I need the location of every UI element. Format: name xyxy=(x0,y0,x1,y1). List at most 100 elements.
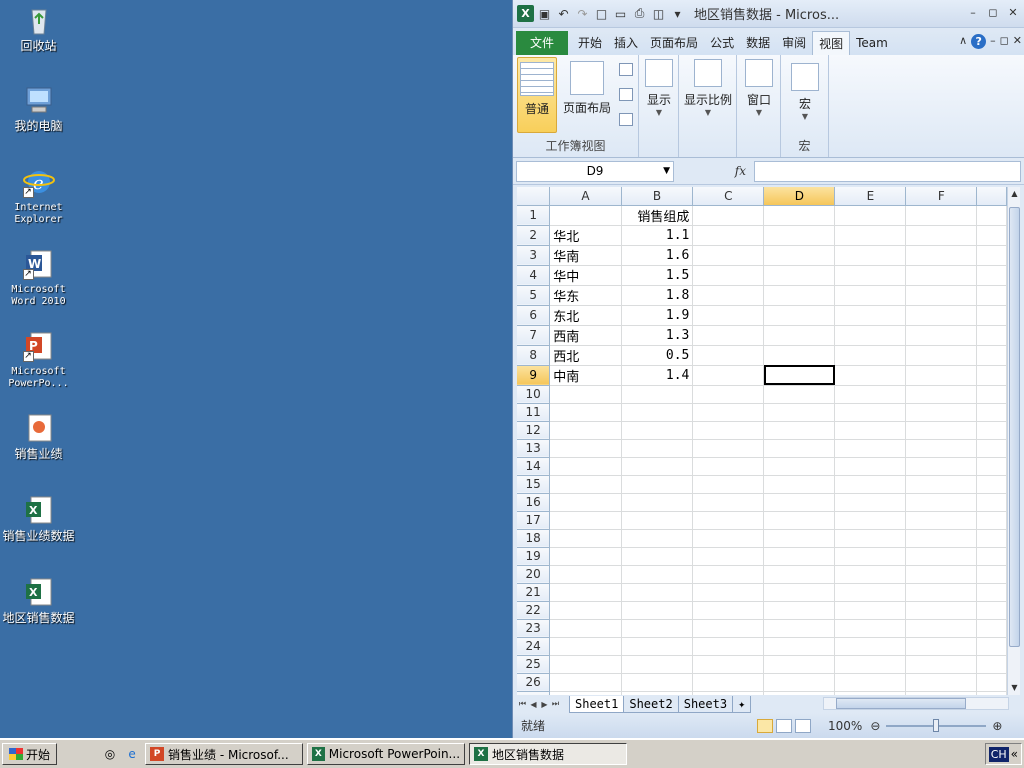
cell[interactable] xyxy=(549,493,622,512)
preview-icon[interactable]: ◫ xyxy=(650,5,667,22)
undo-icon[interactable]: ↶ xyxy=(555,5,572,22)
cell[interactable] xyxy=(976,493,1007,512)
cell[interactable]: 1.1 xyxy=(621,225,694,246)
cell[interactable] xyxy=(621,493,694,512)
cell[interactable] xyxy=(834,637,907,656)
ime-indicator[interactable]: CH xyxy=(988,746,1009,762)
print-icon[interactable]: ⎙ xyxy=(631,5,648,22)
cell[interactable] xyxy=(905,421,978,440)
sheet-tab-3[interactable]: Sheet3 xyxy=(677,695,734,713)
cell[interactable] xyxy=(905,245,978,266)
cell[interactable] xyxy=(692,601,765,620)
first-sheet-icon[interactable]: ⏮ xyxy=(517,699,528,709)
horizontal-scrollbar[interactable] xyxy=(823,697,1009,710)
column-header[interactable]: D xyxy=(763,187,836,206)
cell[interactable] xyxy=(621,385,694,404)
cell[interactable] xyxy=(834,439,907,458)
cell[interactable] xyxy=(834,285,907,306)
cell[interactable] xyxy=(549,421,622,440)
tray-expand-icon[interactable]: « xyxy=(1011,747,1018,761)
cell[interactable] xyxy=(763,583,836,602)
cell[interactable] xyxy=(763,439,836,458)
zoom-in-icon[interactable]: ⊕ xyxy=(992,719,1002,733)
cell[interactable] xyxy=(763,225,836,246)
cell[interactable] xyxy=(976,345,1007,366)
start-button[interactable]: 开始 xyxy=(2,743,58,765)
cell[interactable] xyxy=(834,403,907,422)
row-header[interactable]: 4 xyxy=(517,265,551,286)
cell[interactable] xyxy=(549,565,622,584)
cell[interactable] xyxy=(834,673,907,692)
cell[interactable] xyxy=(834,325,907,346)
cell[interactable] xyxy=(905,529,978,548)
scroll-down-icon[interactable]: ▼ xyxy=(1008,681,1021,695)
cell[interactable] xyxy=(905,365,978,386)
column-header[interactable]: C xyxy=(692,187,765,206)
cell[interactable] xyxy=(621,439,694,458)
cell[interactable] xyxy=(905,619,978,638)
column-header[interactable]: A xyxy=(549,187,622,206)
vertical-scrollbar[interactable]: ▲ ▼ xyxy=(1007,187,1020,695)
row-header[interactable]: 13 xyxy=(517,439,551,458)
cell[interactable] xyxy=(905,345,978,366)
cell[interactable] xyxy=(692,673,765,692)
row-header[interactable]: 15 xyxy=(517,475,551,494)
row-header[interactable]: 26 xyxy=(517,673,551,692)
cell[interactable] xyxy=(549,619,622,638)
cell[interactable] xyxy=(834,493,907,512)
cell[interactable] xyxy=(763,457,836,476)
tab-formulas[interactable]: 公式 xyxy=(704,31,740,55)
row-header[interactable]: 21 xyxy=(517,583,551,602)
cell[interactable] xyxy=(834,565,907,584)
tab-data[interactable]: 数据 xyxy=(740,31,776,55)
cell[interactable] xyxy=(976,475,1007,494)
row-header[interactable]: 1 xyxy=(517,205,551,226)
cell[interactable] xyxy=(549,529,622,548)
name-box[interactable]: D9 ▼ xyxy=(516,160,674,182)
cell[interactable] xyxy=(621,529,694,548)
cell[interactable]: 1.8 xyxy=(621,285,694,306)
cell[interactable] xyxy=(905,205,978,226)
cell[interactable]: 销售组成 xyxy=(621,205,694,226)
cell[interactable] xyxy=(763,511,836,530)
cell[interactable] xyxy=(763,547,836,566)
cell[interactable] xyxy=(621,457,694,476)
cell[interactable] xyxy=(549,601,622,620)
cell[interactable] xyxy=(905,547,978,566)
cell[interactable] xyxy=(905,225,978,246)
cell[interactable]: 中南 xyxy=(549,365,622,386)
cell[interactable]: 西北 xyxy=(549,345,622,366)
cell[interactable]: 华东 xyxy=(549,285,622,306)
tab-file[interactable]: 文件 xyxy=(516,31,569,55)
cell[interactable] xyxy=(763,385,836,404)
row-header[interactable]: 16 xyxy=(517,493,551,512)
cell[interactable] xyxy=(976,305,1007,326)
column-header[interactable] xyxy=(976,187,1007,206)
cell[interactable] xyxy=(692,655,765,674)
desktop-icon-ie[interactable]: e ↗ Internet Explorer xyxy=(0,166,77,226)
cell[interactable] xyxy=(621,403,694,422)
cell[interactable] xyxy=(621,601,694,620)
page-layout-view-button[interactable]: 页面布局 xyxy=(561,61,613,116)
scroll-thumb[interactable] xyxy=(1009,207,1020,647)
cell[interactable]: 华北 xyxy=(549,225,622,246)
cell[interactable] xyxy=(692,365,765,386)
row-header[interactable]: 25 xyxy=(517,655,551,674)
column-header[interactable]: E xyxy=(834,187,907,206)
cell[interactable] xyxy=(976,457,1007,476)
cell[interactable] xyxy=(834,511,907,530)
cell[interactable] xyxy=(692,285,765,306)
cell[interactable] xyxy=(692,345,765,366)
row-header[interactable]: 14 xyxy=(517,457,551,476)
cell[interactable]: 1.4 xyxy=(621,365,694,386)
cell[interactable] xyxy=(763,245,836,266)
task-powerpoint[interactable]: X Microsoft PowerPoin... xyxy=(307,743,466,765)
row-header[interactable]: 5 xyxy=(517,285,551,306)
cell[interactable] xyxy=(905,457,978,476)
sheet-tab-2[interactable]: Sheet2 xyxy=(623,695,679,713)
open-icon[interactable]: ▭ xyxy=(612,5,629,22)
cell[interactable] xyxy=(905,475,978,494)
cell[interactable] xyxy=(692,619,765,638)
cell[interactable] xyxy=(621,637,694,656)
cell[interactable] xyxy=(763,325,836,346)
